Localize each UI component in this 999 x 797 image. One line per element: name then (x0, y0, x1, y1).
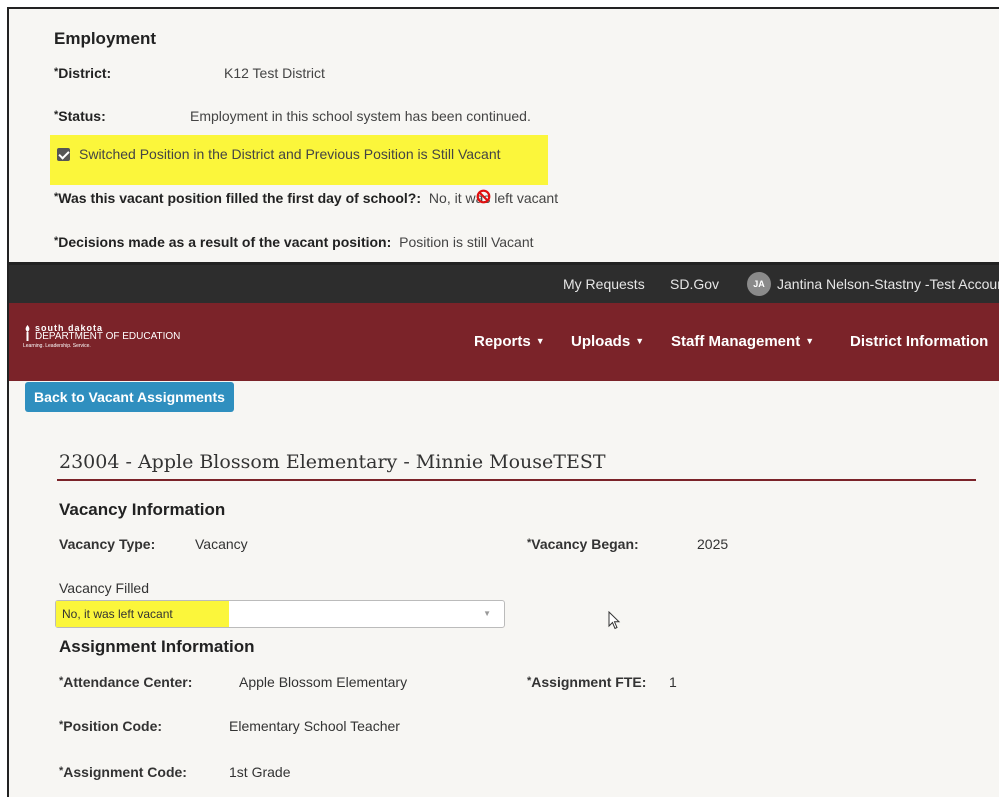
vacancy-filled-select[interactable]: No, it was left vacant ▼ (55, 600, 505, 628)
decisions-label: Decisions made as a result of the vacant… (58, 234, 392, 250)
switched-label: Switched Position in the District and Pr… (79, 146, 501, 162)
attendance-center-label-text: Attendance Center: (63, 674, 193, 690)
employment-title: Employment (54, 29, 157, 48)
logo-line2: DEPARTMENT OF EDUCATION (35, 331, 181, 342)
district-label: District: (58, 65, 112, 81)
main-content: Back to Vacant Assignments 23004 - Apple… (9, 381, 999, 797)
assignment-code-label: *Assignment Code: (59, 764, 187, 780)
vacancy-page: My Requests SD.Gov JA Jantina Nelson-Sta… (7, 265, 999, 797)
nav-staff-management[interactable]: Staff Management ▼ (671, 333, 814, 350)
main-navbar: south dakota DEPARTMENT OF EDUCATION Lea… (9, 303, 999, 381)
vacancy-began-label: *Vacancy Began: (527, 536, 639, 552)
status-value: Employment in this school system has bee… (190, 108, 531, 124)
user-name-link[interactable]: Jantina Nelson-Stastny -Test Accour (777, 276, 999, 292)
logo-tagline: Learning. Leadership. Service. (23, 343, 91, 349)
position-code-value: Elementary School Teacher (229, 718, 400, 734)
not-allowed-cursor-icon (476, 189, 491, 204)
nav-reports[interactable]: Reports ▼ (474, 333, 545, 350)
nav-reports-label: Reports (474, 333, 531, 350)
assignment-code-value: 1st Grade (229, 764, 291, 780)
vacancy-began-value: 2025 (697, 536, 729, 552)
filled-first-day-value: No, it was left vacant (428, 190, 559, 206)
vacancy-type-value: Vacancy (195, 536, 248, 552)
assignment-fte-value: 1 (669, 674, 677, 690)
status-label: Status: (58, 108, 106, 124)
assignment-information-heading: Assignment Information (59, 637, 255, 656)
status-row: *Status: Employment in this school syste… (54, 108, 531, 124)
caret-down-icon: ▼ (535, 336, 545, 346)
nav-district-information[interactable]: District Information (850, 333, 988, 350)
vacancy-filled-label: Vacancy Filled (59, 580, 150, 596)
chevron-down-icon: ▼ (483, 609, 491, 618)
caret-down-icon: ▼ (635, 336, 645, 346)
torch-logo-icon (25, 325, 30, 341)
mouse-pointer-icon (608, 611, 621, 630)
assignment-fte-label: *Assignment FTE: (527, 674, 646, 690)
employment-panel: Employment *District: K12 Test District … (7, 7, 999, 265)
district-value: K12 Test District (224, 65, 325, 81)
vacancy-began-label-text: Vacancy Began: (531, 536, 639, 552)
position-code-label-text: Position Code: (63, 718, 163, 734)
back-to-vacant-assignments-button[interactable]: Back to Vacant Assignments (25, 382, 234, 412)
switched-checkbox[interactable] (57, 148, 70, 161)
decisions-value: Position is still Vacant (399, 234, 534, 250)
decisions-row: *Decisions made as a result of the vacan… (54, 234, 534, 250)
filled-first-day-label: Was this vacant position filled the firs… (58, 190, 422, 206)
avatar[interactable]: JA (747, 272, 771, 296)
nav-district-information-label: District Information (850, 333, 989, 350)
vacancy-type-label: Vacancy Type: (59, 536, 156, 552)
nav-uploads-label: Uploads (571, 333, 631, 350)
sd-gov-link[interactable]: SD.Gov (670, 276, 719, 292)
utility-bar: My Requests SD.Gov JA Jantina Nelson-Sta… (9, 265, 999, 303)
title-divider (57, 479, 976, 481)
district-row: *District: K12 Test District (54, 65, 325, 81)
vacancy-information-heading: Vacancy Information (59, 500, 226, 519)
assignment-fte-label-text: Assignment FTE: (531, 674, 647, 690)
attendance-center-label: *Attendance Center: (59, 674, 192, 690)
position-code-label: *Position Code: (59, 718, 162, 734)
nav-staff-management-label: Staff Management (671, 333, 801, 350)
caret-down-icon: ▼ (805, 336, 815, 346)
assignment-code-label-text: Assignment Code: (63, 764, 187, 780)
my-requests-link[interactable]: My Requests (563, 276, 645, 292)
vacancy-filled-selected-value: No, it was left vacant (62, 607, 173, 621)
switched-checkbox-row[interactable]: Switched Position in the District and Pr… (57, 146, 501, 162)
attendance-center-value: Apple Blossom Elementary (239, 674, 408, 690)
page-title: 23004 - Apple Blossom Elementary - Minni… (59, 451, 606, 473)
nav-uploads[interactable]: Uploads ▼ (571, 333, 644, 350)
